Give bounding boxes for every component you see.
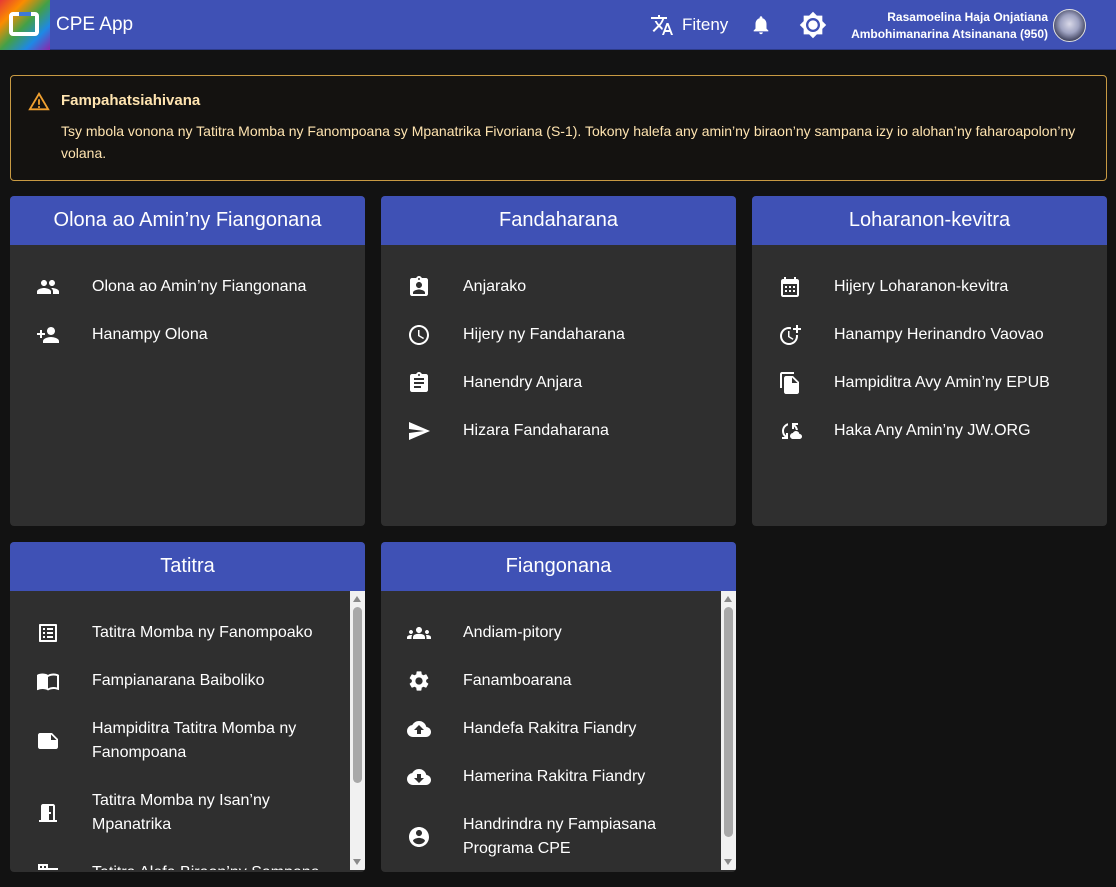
assignment-icon	[407, 371, 431, 395]
notifications-button[interactable]	[746, 10, 776, 40]
scroll-down-arrow[interactable]	[724, 859, 732, 865]
menu-item-field-groups[interactable]: Andiam-pitory	[381, 609, 736, 657]
assignment-ind-icon	[407, 275, 431, 299]
menu-item-label: Fampianarana Baiboliko	[92, 672, 265, 689]
avatar[interactable]	[1053, 9, 1086, 42]
language-label: Fiteny	[682, 15, 729, 34]
menu-item-add-week[interactable]: Hanampy Herinandro Vaovao	[752, 311, 1107, 359]
gear-icon	[407, 669, 431, 693]
alert-text: Tsy mbola vonona ny Tatitra Momba ny Fan…	[61, 123, 1076, 161]
menu-item-label: Olona ao Amin’ny Fiangonana	[92, 278, 307, 295]
scroll-up-arrow[interactable]	[353, 596, 361, 602]
reports-scroll-area[interactable]: Tatitra Momba ny Fanompoako Fampianarana…	[10, 591, 365, 870]
person-add-icon	[36, 323, 60, 347]
note-icon	[36, 729, 60, 753]
menu-item-import-epub[interactable]: Hampiditra Avy Amin’ny EPUB	[752, 359, 1107, 407]
menu-item-my-assignments[interactable]: Anjarako	[381, 263, 736, 311]
card-schedules: Fandaharana Anjarako Hijery ny Fandahara…	[381, 196, 736, 526]
menu-item-settings[interactable]: Fanamboarana	[381, 657, 736, 705]
card-congregation: Fiangonana Andiam-pitory Fanamboarana Ha…	[381, 542, 736, 872]
list-alt-icon	[36, 621, 60, 645]
file-copy-icon	[778, 371, 802, 395]
menu-item-label: Hanendry Anjara	[463, 374, 583, 391]
groups-icon	[407, 621, 431, 645]
menu-item-label: Handrindra ny Fampiasana Programa CPE	[463, 816, 656, 857]
menu-item-label: Hampiditra Avy Amin’ny EPUB	[834, 374, 1050, 391]
menu-item-label: Fanamboarana	[463, 672, 572, 689]
book-open-icon	[36, 669, 60, 693]
menu-item-share-schedule[interactable]: Hizara Fandaharana	[381, 407, 736, 455]
menu-item-add-person[interactable]: Hanampy Olona	[10, 311, 365, 359]
menu-item-label: Hanampy Olona	[92, 326, 208, 343]
menu-item-label: Hijery Loharanon-kevitra	[834, 278, 1009, 295]
translate-icon	[651, 15, 673, 35]
menu-item-label: Hanampy Herinandro Vaovao	[834, 326, 1044, 343]
card-sources: Loharanon-kevitra Hijery Loharanon-kevit…	[752, 196, 1107, 526]
reports-scrollbar[interactable]	[350, 591, 365, 870]
app-title: CPE App	[56, 14, 134, 35]
menu-item-enter-field-report[interactable]: Hampiditra Tatitra Momba ny Fanompoana	[10, 705, 365, 777]
warning-icon	[28, 91, 50, 111]
congregation-name: Ambohimanarina Atsinanana (950)	[851, 27, 1048, 41]
user-name: Rasamoelina Haja Onjatiana	[887, 10, 1048, 24]
congregation-scroll-area[interactable]: Andiam-pitory Fanamboarana Handefa Rakit…	[381, 591, 736, 870]
business-icon	[36, 861, 60, 870]
menu-item-view-sources[interactable]: Hijery Loharanon-kevitra	[752, 263, 1107, 311]
menu-item-label: Handefa Rakitra Fiandry	[463, 720, 637, 737]
send-icon	[407, 419, 431, 443]
scroll-down-arrow[interactable]	[353, 859, 361, 865]
door-icon	[36, 801, 60, 825]
card-sources-title: Loharanon-kevitra	[752, 196, 1107, 245]
menu-item-manage-access[interactable]: Handrindra ny Fampiasana Programa CPE	[381, 801, 736, 870]
clock-icon	[407, 323, 431, 347]
cloud-sync-icon	[778, 419, 802, 443]
card-persons: Olona ao Amin’ny Fiangonana Olona ao Ami…	[10, 196, 365, 526]
card-schedules-title: Fandaharana	[381, 196, 736, 245]
menu-item-label: Anjarako	[463, 278, 527, 295]
reminder-alert: Fampahatsiahivana Tsy mbola vonona ny Ta…	[10, 75, 1107, 181]
scrollbar-thumb[interactable]	[353, 607, 362, 783]
theme-toggle-button[interactable]	[798, 10, 828, 40]
menu-item-my-report[interactable]: Tatitra Momba ny Fanompoako	[10, 609, 365, 657]
congregation-scrollbar[interactable]	[721, 591, 736, 870]
menu-item-persons[interactable]: Olona ao Amin’ny Fiangonana	[10, 263, 365, 311]
app-bar: CPE App Fiteny Rasamoelina Haja Onjatian…	[0, 0, 1116, 50]
menu-item-label: Hamerina Rakitra Fiandry	[463, 768, 646, 785]
cloud-upload-icon	[407, 717, 431, 741]
scroll-up-arrow[interactable]	[724, 596, 732, 602]
user-info[interactable]: Rasamoelina Haja Onjatiana Ambohimanarin…	[851, 9, 1048, 43]
menu-item-view-schedules[interactable]: Hijery ny Fandaharana	[381, 311, 736, 359]
menu-item-label: Hizara Fandaharana	[463, 422, 609, 439]
account-circle-icon	[407, 825, 431, 849]
cloud-download-icon	[407, 765, 431, 789]
scrollbar-thumb[interactable]	[724, 607, 733, 837]
menu-item-assign[interactable]: Hanendry Anjara	[381, 359, 736, 407]
alert-title: Fampahatsiahivana	[61, 92, 201, 109]
card-persons-title: Olona ao Amin’ny Fiangonana	[10, 196, 365, 245]
menu-item-label: Andiam-pitory	[463, 624, 562, 641]
menu-item-fetch-jw-org[interactable]: Haka Any Amin’ny JW.ORG	[752, 407, 1107, 455]
menu-item-label: Tatitra Alefa Biraon’ny Sampana	[92, 861, 342, 870]
language-button[interactable]: Fiteny	[650, 10, 728, 40]
menu-item-label: Hampiditra Tatitra Momba ny Fanompoana	[92, 720, 297, 761]
menu-item-label: Haka Any Amin’ny JW.ORG	[834, 422, 1031, 439]
menu-item-label: Tatitra Momba ny Fanompoako	[92, 624, 313, 641]
menu-item-restore-backup[interactable]: Hamerina Rakitra Fiandry	[381, 753, 736, 801]
brightness-icon	[799, 11, 827, 39]
card-reports-title: Tatitra	[10, 542, 365, 591]
more-time-icon	[778, 323, 802, 347]
card-congregation-title: Fiangonana	[381, 542, 736, 591]
menu-item-label: Tatitra Momba ny Isan’ny Mpanatrika	[92, 792, 270, 833]
menu-item-branch-report[interactable]: Tatitra Alefa Biraon’ny Sampana	[10, 849, 365, 870]
menu-item-send-backup[interactable]: Handefa Rakitra Fiandry	[381, 705, 736, 753]
calendar-icon	[778, 275, 802, 299]
menu-item-label: Hijery ny Fandaharana	[463, 326, 625, 343]
notifications-icon	[753, 16, 769, 35]
card-reports: Tatitra Tatitra Momba ny Fanompoako Famp…	[10, 542, 365, 872]
menu-item-attendance-report[interactable]: Tatitra Momba ny Isan’ny Mpanatrika	[10, 777, 365, 849]
menu-item-bible-studies[interactable]: Fampianarana Baiboliko	[10, 657, 365, 705]
people-icon	[36, 275, 60, 299]
app-logo[interactable]	[0, 0, 50, 50]
